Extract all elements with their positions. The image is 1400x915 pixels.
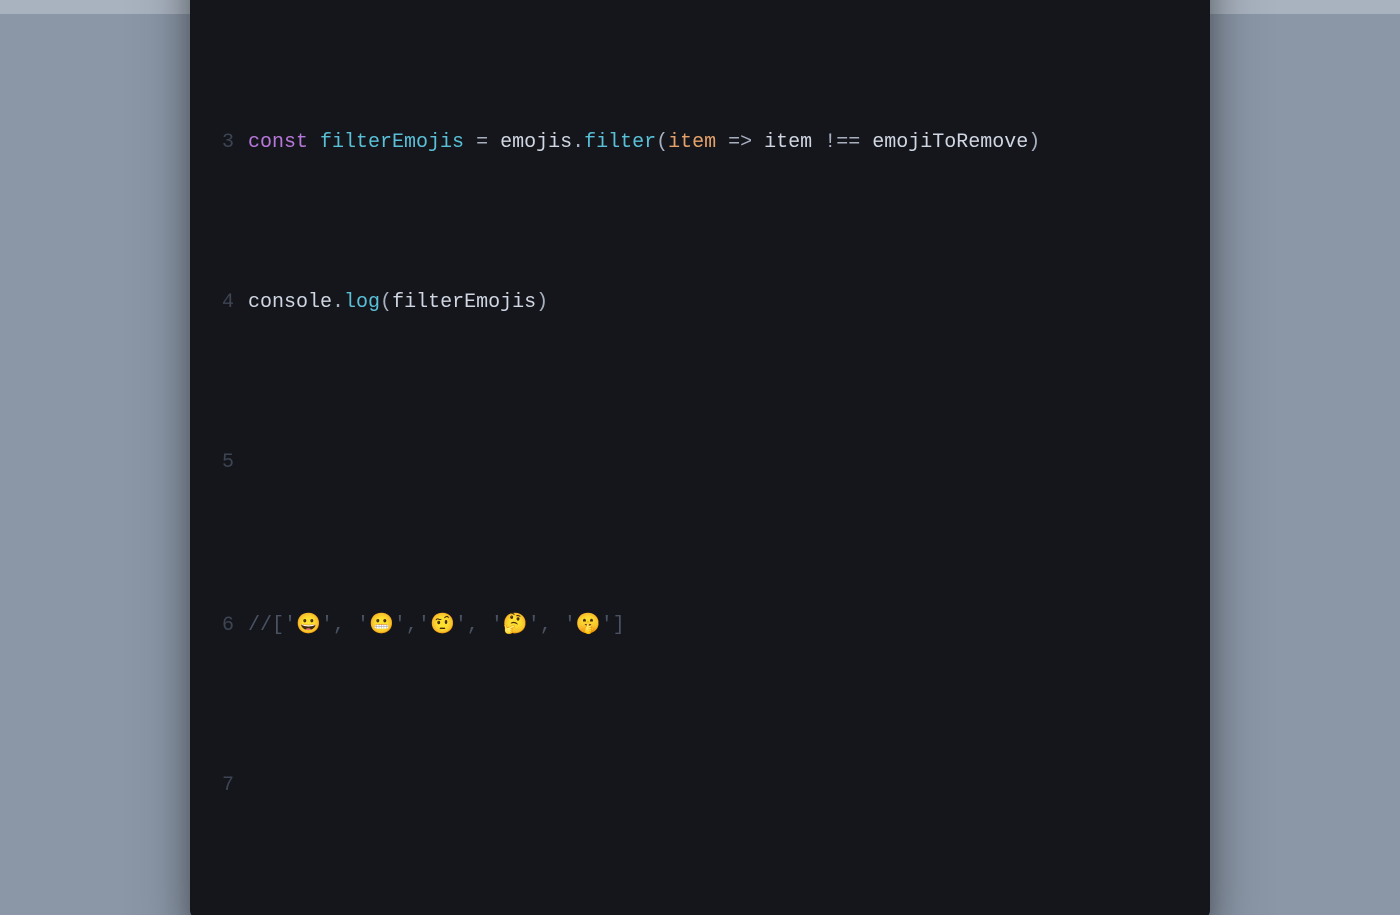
line-number: 6: [212, 610, 234, 642]
code-content: [248, 447, 260, 479]
line-number: 4: [212, 287, 234, 319]
code-content: //['😀', '😬','🤨', '🤔', '🤫']: [248, 607, 625, 642]
code-line: 6 //['😀', '😬','🤨', '🤔', '🤫']: [212, 607, 1188, 642]
code-line: 4 console.log(filterEmojis): [212, 287, 1188, 319]
code-line: 5: [212, 447, 1188, 479]
emoji-icon: 😀: [296, 611, 321, 635]
code-block: 1 const emojis = ['😀', '😬', '😑', '🤨', '🤔…: [190, 0, 1210, 898]
emoji-icon: 🤔: [503, 611, 528, 635]
emoji-icon: 🤨: [430, 611, 455, 635]
emoji-icon: 🤫: [576, 611, 601, 635]
code-content: const filterEmojis = emojis.filter(item …: [248, 127, 1040, 159]
code-window: 1 const emojis = ['😀', '😬', '😑', '🤨', '🤔…: [190, 0, 1210, 915]
line-number: 3: [212, 127, 234, 159]
line-number: 7: [212, 770, 234, 802]
code-content: console.log(filterEmojis): [248, 287, 548, 319]
emoji-icon: 😬: [369, 611, 394, 635]
line-number: 5: [212, 447, 234, 479]
code-line: 7: [212, 770, 1188, 802]
code-line: 3 const filterEmojis = emojis.filter(ite…: [212, 127, 1188, 159]
code-content: [248, 770, 260, 802]
stage: 1 const emojis = ['😀', '😬', '😑', '🤨', '🤔…: [0, 0, 1400, 532]
